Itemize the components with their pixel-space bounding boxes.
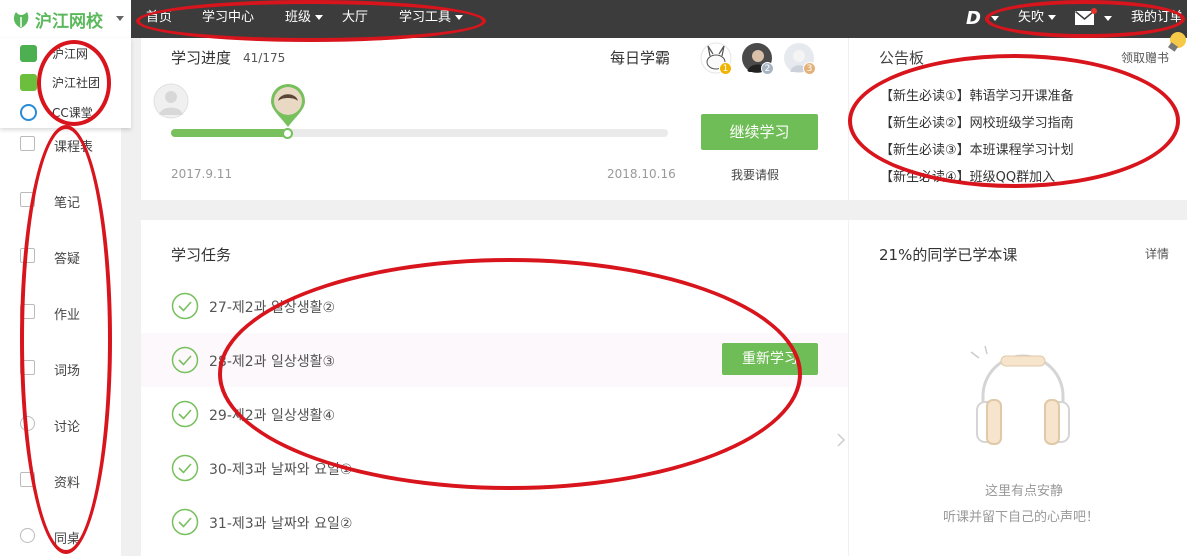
menu-item-hujiang[interactable]: 沪江网 xyxy=(0,39,131,67)
task-title: 30-제3과 날짜와 요일① xyxy=(209,462,353,478)
request-leave-link[interactable]: 我要请假 xyxy=(731,166,779,183)
nav-class[interactable]: 班级 xyxy=(285,0,324,38)
check-circle-icon xyxy=(171,400,199,428)
nav-home[interactable]: 首页 xyxy=(146,0,172,38)
menu-item-label: 沪江网 xyxy=(52,47,89,61)
sidebar-item-label: 词场 xyxy=(54,364,81,379)
rank-badge-1: 1 xyxy=(719,62,732,75)
nav-hall[interactable]: 大厅 xyxy=(342,0,368,38)
notice-item-3[interactable]: 【新生必读③】本班课程学习计划 xyxy=(880,139,1074,158)
headphones-icon xyxy=(970,345,1070,445)
notice-item-1[interactable]: 【新生必读①】韩语学习开课准备 xyxy=(880,85,1074,104)
menu-item-label: CC课堂 xyxy=(52,106,93,120)
people-icon xyxy=(20,528,35,543)
file-icon xyxy=(20,472,35,487)
question-icon xyxy=(20,248,35,263)
check-circle-icon xyxy=(171,454,199,482)
chevron-down-icon xyxy=(315,15,324,20)
my-progress-marker xyxy=(271,84,305,127)
progress-title: 学习进度 xyxy=(171,49,232,67)
nav-learning-center[interactable]: 学习中心 xyxy=(202,0,254,38)
hujiang-icon xyxy=(20,45,37,62)
sidebar-item-deskmate[interactable]: 同桌 xyxy=(0,517,121,556)
menu-item-cc-class[interactable]: CC课堂 xyxy=(0,98,131,126)
notice-item-4[interactable]: 【新生必读④】班级QQ群加入 xyxy=(880,166,1055,185)
sidebar-item-qa[interactable]: 答疑 xyxy=(0,237,121,277)
sidebar-item-discussion[interactable]: 讨论 xyxy=(0,405,121,445)
d-app-icon[interactable]: D xyxy=(966,8,981,29)
leaf-logo-icon xyxy=(13,12,29,28)
sidebar-item-vocab[interactable]: 词场 xyxy=(0,349,121,389)
task-title: 27-제2과 일상생활② xyxy=(209,300,336,316)
sidebar-item-notes[interactable]: 笔记 xyxy=(0,181,121,221)
task-row[interactable]: 28-제2과 일상생활③ 重新学习 xyxy=(141,333,848,387)
sidebar-item-label: 同桌 xyxy=(54,532,81,547)
avatar-placeholder xyxy=(153,83,189,119)
continue-learning-button[interactable]: 继续学习 xyxy=(701,114,818,150)
notice-item-2[interactable]: 【新生必读②】网校班级学习指南 xyxy=(880,112,1074,131)
task-row[interactable]: 29-제2과 일상생활④ xyxy=(141,387,848,441)
notice-board-title: 公告板 xyxy=(879,49,925,67)
relearn-button[interactable]: 重新学习 xyxy=(722,343,818,375)
top-learners-label: 每日学霸 xyxy=(610,49,671,67)
lightbulb-icon[interactable] xyxy=(1165,30,1187,56)
nav-learning-tools[interactable]: 学习工具 xyxy=(399,0,464,38)
logo-text: 沪江网校 xyxy=(35,12,103,32)
logo-switcher[interactable]: 沪江网校 xyxy=(0,0,131,38)
task-row[interactable]: 27-제2과 일상생활② xyxy=(141,279,848,333)
rank-badge-3: 3 xyxy=(803,62,816,75)
tasks-title: 学习任务 xyxy=(171,246,232,264)
notification-dot xyxy=(1091,8,1097,14)
sidebar-item-schedule[interactable]: 课程表 xyxy=(0,125,121,165)
task-title: 29-제2과 일상생활④ xyxy=(209,408,336,424)
top-bar: 沪江网校 首页 学习中心 班级 大厅 学习工具 D 矢吹 我的订单 xyxy=(0,0,1187,38)
community-icon xyxy=(20,74,37,91)
start-date: 2017.9.11 xyxy=(171,167,233,181)
sidebar-item-label: 笔记 xyxy=(54,196,81,211)
classmates-title: 21%的同学已学本课 xyxy=(879,246,1018,264)
progress-count: 41/175 xyxy=(243,51,286,65)
nav-tools-label: 学习工具 xyxy=(399,10,452,25)
sidebar-item-label: 答疑 xyxy=(54,252,81,267)
chevron-down-icon xyxy=(1048,15,1057,20)
rank-badge-2: 2 xyxy=(761,62,774,75)
chevron-right-icon[interactable] xyxy=(836,432,846,448)
check-circle-icon xyxy=(171,292,199,320)
chevron-down-icon[interactable] xyxy=(1104,16,1112,21)
menu-item-community[interactable]: 沪江社团 xyxy=(0,68,131,96)
sidebar-item-materials[interactable]: 资料 xyxy=(0,461,121,501)
note-icon xyxy=(20,192,35,207)
claim-gift-book-link[interactable]: 领取赠书 xyxy=(1121,49,1169,66)
end-date: 2018.10.16 xyxy=(607,167,676,181)
chevron-down-icon xyxy=(455,15,464,20)
sidebar-item-homework[interactable]: 作业 xyxy=(0,293,121,333)
calendar-icon xyxy=(20,136,35,151)
task-title: 28-제2과 일상생활③ xyxy=(209,354,336,370)
menu-item-label: 沪江社团 xyxy=(52,76,101,90)
cc-class-icon xyxy=(20,104,37,121)
task-row[interactable]: 31-제3과 날짜와 요일② xyxy=(141,495,848,549)
check-circle-icon xyxy=(171,346,199,374)
empty-state-hint: 听课并留下自己的心声吧！ xyxy=(943,510,1100,525)
details-link[interactable]: 详情 xyxy=(1145,245,1169,262)
chat-icon xyxy=(20,416,35,431)
sidebar-item-label: 资料 xyxy=(54,476,81,491)
site-switcher-menu: 沪江网 沪江社团 CC课堂 xyxy=(0,38,131,128)
sidebar-item-label: 讨论 xyxy=(54,420,81,435)
nav-class-label: 班级 xyxy=(285,10,312,25)
vocab-icon xyxy=(20,360,35,375)
user-menu[interactable]: 矢吹 xyxy=(1018,0,1057,38)
task-title: 31-제3과 날짜와 요일② xyxy=(209,516,353,532)
sidebar-item-label: 课程表 xyxy=(54,140,94,155)
progress-handle xyxy=(282,128,293,139)
user-name: 矢吹 xyxy=(1018,10,1045,25)
progress-fill xyxy=(171,129,287,137)
chevron-down-icon xyxy=(116,16,124,21)
sidebar-item-label: 作业 xyxy=(54,308,81,323)
chevron-down-icon[interactable] xyxy=(991,16,999,21)
check-circle-icon xyxy=(171,508,199,536)
task-row[interactable]: 30-제3과 날짜와 요일① xyxy=(141,441,848,495)
book-icon xyxy=(20,304,35,319)
empty-state-title: 这里有点安静 xyxy=(985,484,1064,499)
